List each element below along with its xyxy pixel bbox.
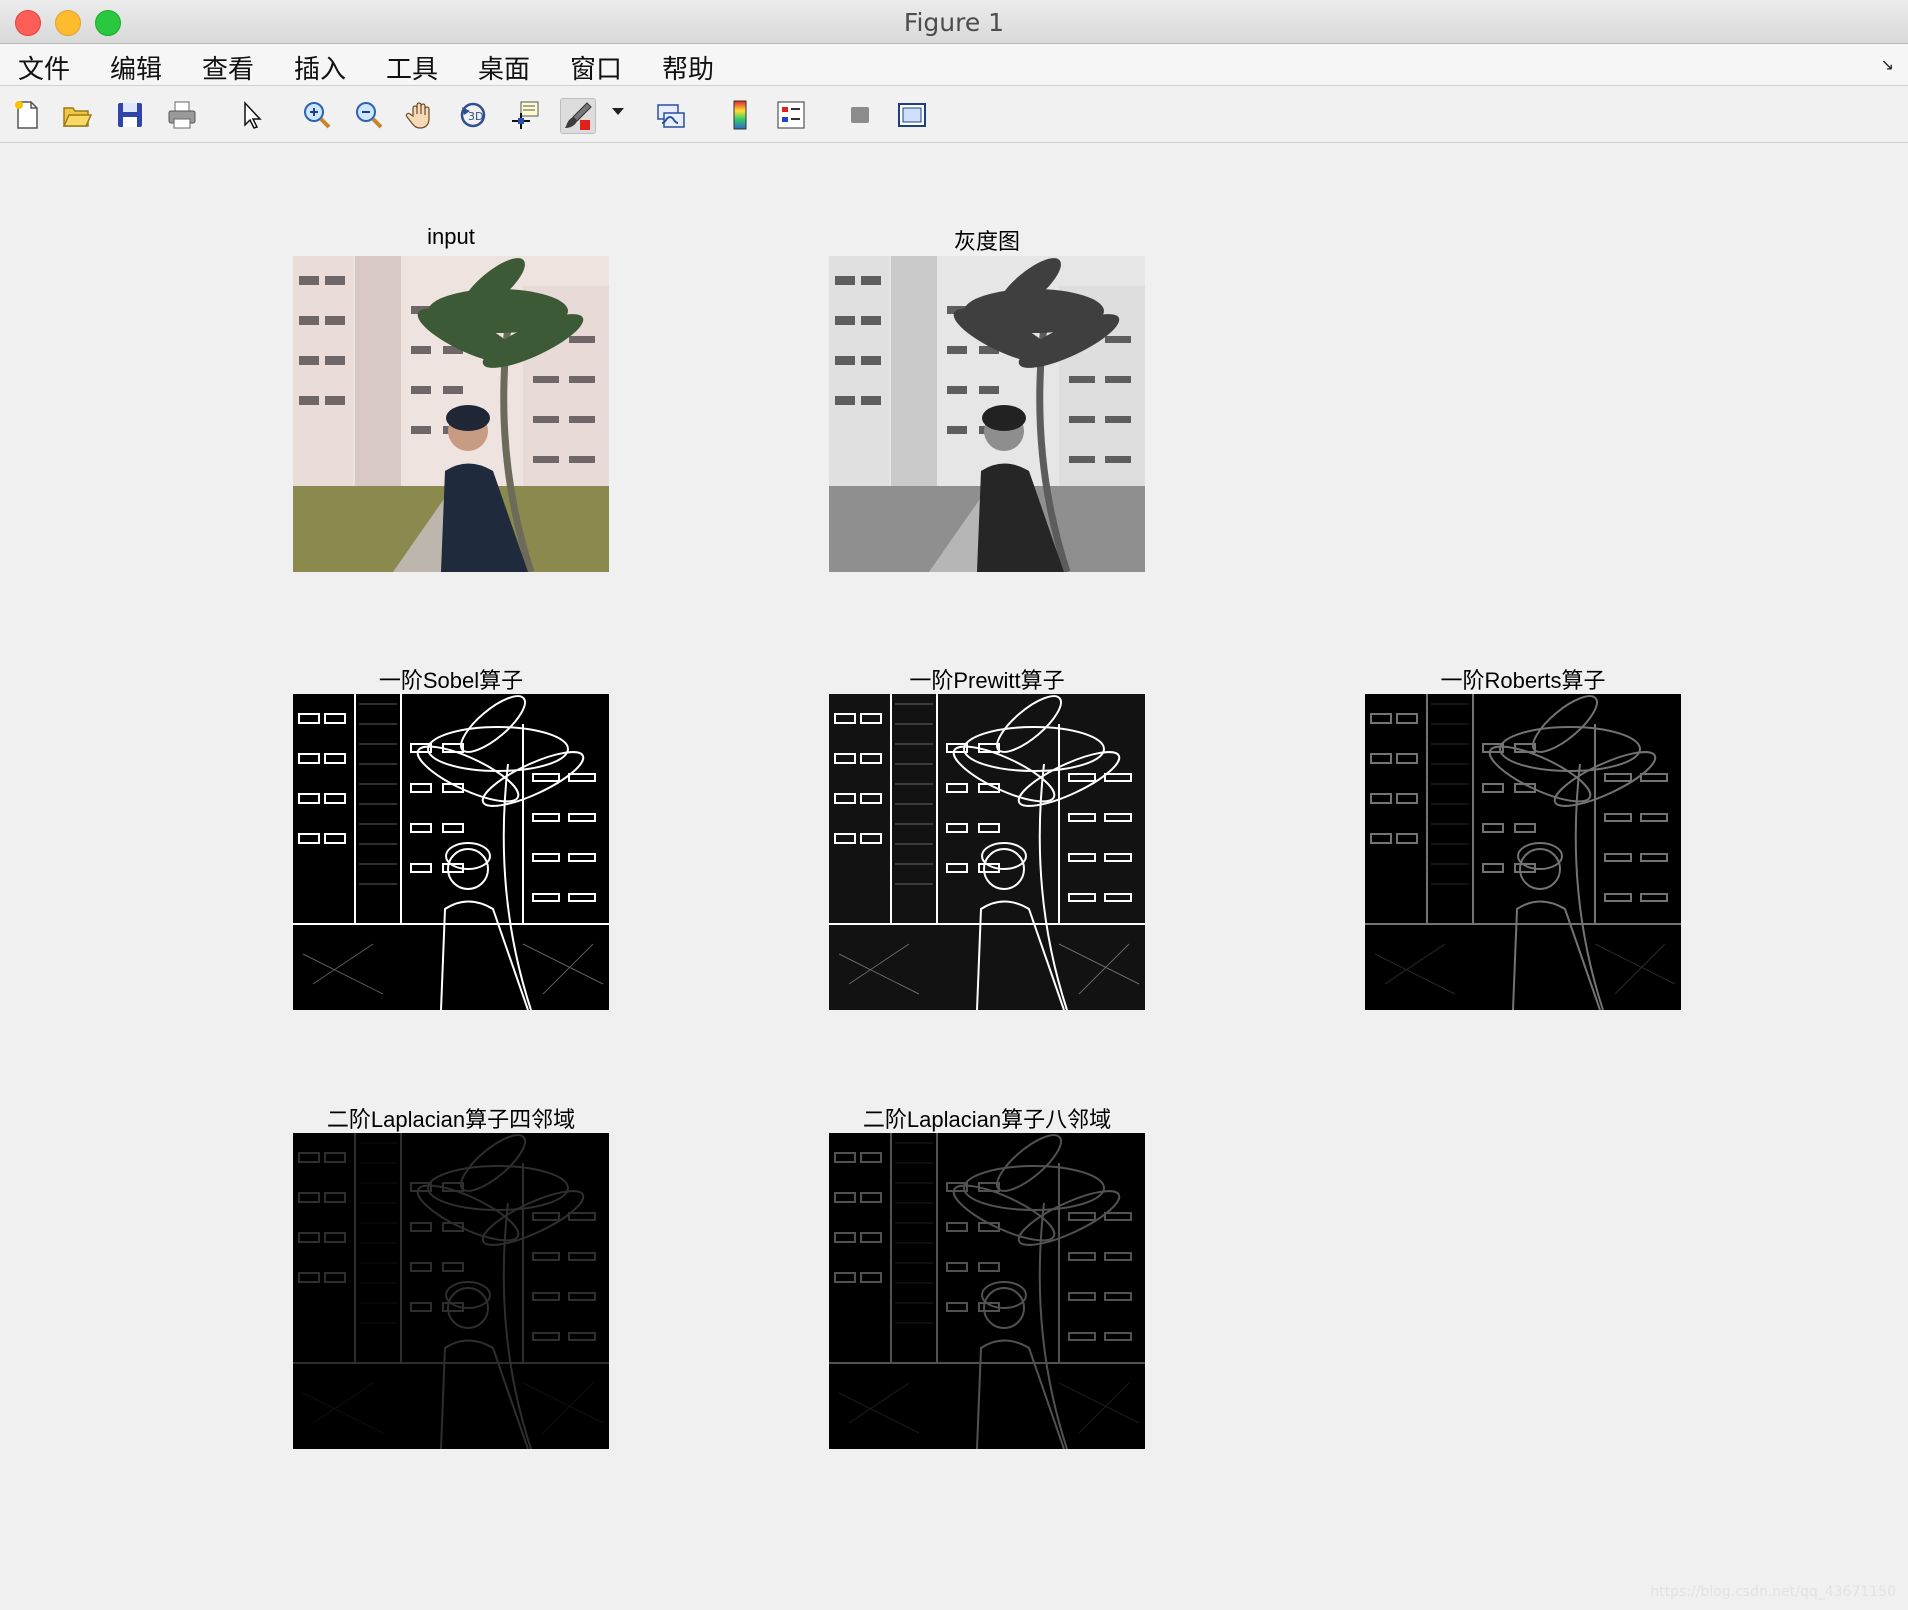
menu-tools[interactable]: 工具	[386, 49, 438, 86]
title-bar: Figure 1	[0, 0, 1908, 44]
pan-hand-icon[interactable]	[404, 98, 438, 132]
image-laplacian-8	[829, 1133, 1145, 1449]
subplot-title-laplacian-8: 二阶Laplacian算子八邻域	[862, 1107, 1112, 1132]
menu-view[interactable]: 查看	[202, 49, 254, 86]
subplot-title-prewitt: 一阶Prewitt算子	[909, 668, 1065, 693]
insert-colorbar-icon[interactable]	[723, 98, 757, 132]
image-grayscale	[829, 256, 1145, 572]
menu-edit[interactable]: 编辑	[110, 49, 162, 86]
menu-insert[interactable]: 插入	[294, 49, 346, 86]
figure-toolbar: 3D	[0, 86, 1908, 143]
figure-canvas: input 灰度图 一阶Sobel算子 一阶Prewitt算子 一阶Robert…	[0, 143, 1908, 1610]
image-sobel	[293, 694, 609, 1010]
link-plot-icon[interactable]	[653, 98, 687, 132]
show-plot-tools-icon[interactable]	[895, 98, 929, 132]
edit-plot-arrow-icon[interactable]	[235, 98, 269, 132]
save-icon[interactable]	[113, 98, 147, 132]
menu-desktop[interactable]: 桌面	[478, 49, 530, 86]
watermark: https://blog.csdn.net/qq_43671150	[1650, 1584, 1896, 1600]
image-prewitt	[829, 694, 1145, 1010]
image-laplacian-4	[293, 1133, 609, 1449]
brush-icon[interactable]	[560, 98, 596, 134]
print-icon[interactable]	[165, 98, 199, 132]
subplot-title-sobel: 一阶Sobel算子	[378, 668, 524, 693]
window-title: Figure 1	[903, 8, 1005, 37]
subplot-title-grayscale: 灰度图	[953, 229, 1020, 254]
menu-help[interactable]: 帮助	[662, 49, 714, 86]
data-cursor-icon[interactable]	[508, 98, 542, 132]
subplot-title-roberts: 一阶Roberts算子	[1440, 668, 1606, 693]
image-input	[293, 256, 609, 572]
menu-file[interactable]: 文件	[18, 49, 70, 86]
zoom-out-icon[interactable]	[352, 98, 386, 132]
open-file-icon[interactable]	[60, 98, 94, 132]
zoom-in-icon[interactable]	[300, 98, 334, 132]
dock-arrow-icon[interactable]: ↘	[1881, 55, 1894, 74]
brush-dropdown-arrow-icon[interactable]	[612, 108, 624, 115]
menu-bar: 文件 编辑 查看 插入 工具 桌面 窗口 帮助 ↘	[0, 44, 1908, 86]
rotate-3d-icon[interactable]: 3D	[456, 98, 490, 132]
svg-text:3D: 3D	[468, 110, 483, 123]
hide-plot-tools-icon[interactable]	[843, 98, 877, 132]
subplot-title-input: input	[427, 224, 475, 249]
insert-legend-icon[interactable]	[774, 98, 808, 132]
menu-window[interactable]: 窗口	[570, 49, 622, 86]
subplot-title-laplacian-4: 二阶Laplacian算子四邻域	[326, 1107, 576, 1132]
new-figure-icon[interactable]	[10, 98, 44, 132]
image-roberts	[1365, 694, 1681, 1010]
